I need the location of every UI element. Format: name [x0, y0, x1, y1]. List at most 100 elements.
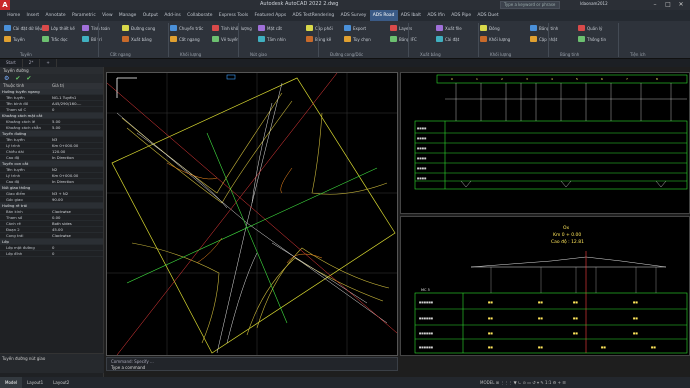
ribbon-tab[interactable]: ADS Pipe: [448, 10, 474, 21]
property-value[interactable]: 0: [50, 107, 100, 112]
property-value[interactable]: In Direction: [50, 155, 100, 160]
ribbon-button[interactable]: Thông tin: [578, 36, 606, 42]
ribbon-separator: [548, 23, 549, 57]
property-value[interactable]: Km 0+000.00: [50, 173, 100, 178]
ribbon-tab[interactable]: Home: [4, 10, 23, 21]
ribbon-panel-label: Khối lượng: [180, 52, 202, 57]
ribbon-button[interactable]: Khối lượng: [480, 36, 510, 42]
search-input[interactable]: Type a keyword or phrase: [500, 1, 560, 9]
ribbon-button[interactable]: Tầm nhìn: [258, 36, 286, 42]
property-value[interactable]: N2: [50, 167, 100, 172]
ribbon-button[interactable]: Bảng tính: [530, 25, 558, 31]
ribbon-tab[interactable]: ADS Ifin: [424, 10, 448, 21]
ribbon-button[interactable]: Tính toán: [82, 25, 110, 31]
property-value[interactable]: [50, 113, 100, 118]
minimize-button[interactable]: –: [650, 0, 660, 10]
ribbon-tab[interactable]: Express Tools: [216, 10, 252, 21]
property-value[interactable]: 90.00: [50, 197, 100, 202]
ribbon-button[interactable]: Trắc dọc: [42, 36, 68, 42]
ribbon-button[interactable]: Tuyến: [4, 36, 25, 42]
property-value[interactable]: 5.00: [50, 125, 100, 130]
ribbon-button[interactable]: Lớp thiết kế: [42, 25, 75, 31]
layout-tab[interactable]: Model: [0, 377, 23, 388]
ribbon-tab[interactable]: Annotate: [42, 10, 68, 21]
app-logo[interactable]: A: [0, 0, 10, 10]
tool-icon: [170, 36, 177, 42]
ribbon-tab[interactable]: ADS TestRendering: [289, 10, 337, 21]
property-value[interactable]: A45/290/160-...: [50, 101, 100, 106]
ribbon-button[interactable]: Cài đặt: [436, 36, 459, 42]
ribbon-button[interactable]: Vẽ tuyến: [212, 36, 239, 42]
property-value[interactable]: N3: [50, 137, 100, 142]
property-value[interactable]: 120.00: [50, 149, 100, 154]
property-value[interactable]: Km 0+000.00: [50, 143, 100, 148]
ribbon-button[interactable]: Export: [344, 25, 366, 31]
ribbon-button[interactable]: Cập nhật: [530, 36, 557, 42]
status-tools[interactable]: MODEL ⊞ ⋮⋮⋮ ▼ ∟ ⊙ ▭ ↺ ⌖ ✎ 1:1 ⚙ + ☰: [480, 377, 566, 388]
layout-tab[interactable]: Layout1: [22, 377, 48, 388]
ribbon-tab[interactable]: ADS Road: [369, 10, 398, 21]
file-tab[interactable]: 2*: [23, 59, 41, 67]
property-value[interactable]: [50, 239, 100, 244]
property-name: Lớp đỉnh: [6, 251, 23, 256]
close-button[interactable]: ✕: [676, 0, 686, 10]
ribbon-tab[interactable]: Insert: [23, 10, 42, 21]
ribbon-tab[interactable]: Manage: [116, 10, 140, 21]
property-value[interactable]: Both sides: [50, 221, 100, 226]
property-value[interactable]: NG-1 Tuyến1: [50, 95, 100, 100]
property-value[interactable]: 0: [50, 245, 100, 250]
check-icon[interactable]: ✔: [15, 75, 20, 82]
ribbon-tab[interactable]: View: [99, 10, 116, 21]
property-value[interactable]: [50, 185, 100, 190]
property-value[interactable]: 0: [50, 251, 100, 256]
ribbon-button[interactable]: Đóng: [480, 25, 500, 31]
ribbon-tab[interactable]: Add-ins: [161, 10, 184, 21]
property-value[interactable]: 5.00: [50, 119, 100, 124]
svg-text:■■■■: ■■■■: [417, 167, 427, 170]
property-value[interactable]: Clockwise: [50, 209, 100, 214]
ribbon-button[interactable]: Cấp phối: [306, 25, 333, 31]
ribbon-tab[interactable]: Output: [140, 10, 162, 21]
check-all-icon[interactable]: ✔: [26, 75, 31, 82]
ribbon-button[interactable]: Đường cong: [122, 25, 155, 31]
ribbon-tab[interactable]: ADS Ibalt: [398, 10, 425, 21]
ribbon-button[interactable]: Bảng IFC: [390, 36, 417, 42]
ribbon-button[interactable]: Cài đặt dữ liệu: [4, 25, 42, 31]
ribbon-button[interactable]: Tính khối lượng: [212, 25, 252, 31]
settings-icon[interactable]: ⚙: [4, 75, 9, 82]
property-value[interactable]: Clockwise: [50, 233, 100, 238]
ribbon-tab[interactable]: ADS Survey: [337, 10, 369, 21]
layout-tab[interactable]: Layout2: [48, 377, 74, 388]
ribbon-tab[interactable]: Parametric: [69, 10, 99, 21]
command-line[interactable]: Command: Specify ... Type a command: [106, 357, 398, 371]
property-row[interactable]: Lớp đỉnh 0: [0, 251, 103, 257]
ribbon-separator: [238, 23, 239, 57]
property-value[interactable]: [50, 161, 100, 166]
ribbon-button[interactable]: Xuất file: [436, 25, 462, 31]
ribbon-button[interactable]: Xuất bảng: [122, 36, 152, 42]
file-tab[interactable]: Start: [0, 59, 23, 67]
drawing-viewport-plan[interactable]: [106, 72, 398, 356]
maximize-button[interactable]: □: [663, 0, 673, 10]
property-value[interactable]: N3 + N2: [50, 191, 100, 196]
ribbon-tab[interactable]: ADS Duet: [474, 10, 502, 21]
property-value[interactable]: In Direction: [50, 179, 100, 184]
user-name[interactable]: ldaonam2012: [580, 1, 608, 6]
property-value[interactable]: [50, 203, 100, 208]
ribbon-button[interactable]: Cắt ngang: [170, 36, 200, 42]
ribbon-button[interactable]: Chuyển trắc: [170, 25, 203, 31]
file-tab[interactable]: +: [40, 59, 57, 67]
property-value[interactable]: [50, 89, 100, 94]
ribbon-button[interactable]: Tùy chọn: [344, 36, 371, 42]
svg-text:2: 2: [501, 77, 503, 81]
property-value[interactable]: 45.00: [50, 227, 100, 232]
drawing-viewport-section[interactable]: Ox Km 0 + 0.00 Cao độ : 12.81 MC 5 ■■ ■■ ■…: [400, 216, 690, 356]
property-value[interactable]: 0.00: [50, 215, 100, 220]
ribbon-button[interactable]: Mặt cắt: [258, 25, 282, 31]
drawing-viewport-profile[interactable]: 0 1 2 3 4 5 6 7 8 ■■■■ ■■■■ ■■■■ ■■■■ ■■■■ ■■■■: [400, 72, 690, 214]
ribbon-tab[interactable]: Collaborate: [184, 10, 216, 21]
ribbon-tab[interactable]: Featured Apps: [251, 10, 289, 21]
command-input[interactable]: Type a command: [107, 365, 397, 370]
ribbon-button[interactable]: Quản lý: [578, 25, 602, 31]
property-value[interactable]: [50, 131, 100, 136]
